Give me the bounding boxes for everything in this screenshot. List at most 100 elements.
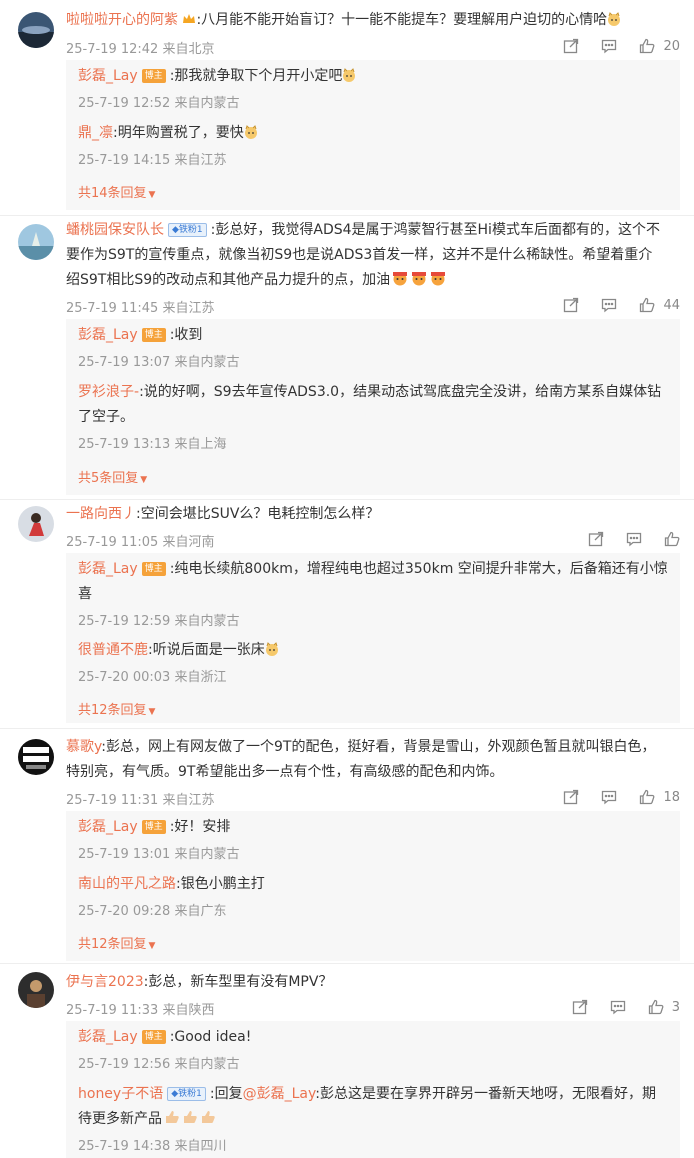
comment-actions <box>588 531 680 547</box>
like-button[interactable] <box>664 531 680 547</box>
reply-item: honey子不语 ◆铁粉1:回复@彭磊_Lay:彭总这是要在享界开辟另一番新天地呀… <box>78 1082 668 1154</box>
username[interactable]: 伊与言2023 <box>66 974 144 990</box>
reply-meta: 25-7-19 12:56 来自内蒙古 <box>78 1057 240 1072</box>
reply-item: 彭磊_Lay 博主:那我就争取下个月开小定吧 25-7-19 12:52 来自内蒙… <box>78 64 668 111</box>
reply-meta: 25-7-19 14:38 来自四川 <box>78 1139 227 1154</box>
cat-emoji-icon <box>342 66 356 82</box>
share-icon[interactable] <box>563 297 579 313</box>
avatar[interactable] <box>18 12 54 48</box>
divider <box>0 728 694 729</box>
username[interactable]: 一路向西丿 <box>66 506 136 522</box>
reply-text: :那我就争取下个月开小定吧 <box>169 68 343 84</box>
reply-meta: 25-7-19 12:52 来自内蒙古 <box>78 96 240 111</box>
reply-username[interactable]: 彭磊_Lay <box>78 68 138 84</box>
reply-meta: 25-7-20 09:28 来自广东 <box>78 904 227 919</box>
like-button[interactable]: 18 <box>639 789 680 805</box>
comment-meta: 25-7-19 11:05 来自河南 <box>66 535 215 550</box>
comment-icon[interactable] <box>610 999 626 1015</box>
share-icon[interactable] <box>563 38 579 54</box>
reply-meta: 25-7-19 12:59 来自内蒙古 <box>78 614 240 629</box>
like-button[interactable]: 3 <box>648 999 680 1015</box>
username[interactable]: 啦啦啦开心的阿紫 <box>66 12 178 28</box>
reply-username[interactable]: 南山的平凡之路 <box>78 876 176 892</box>
comment-text-line: 特别亮，有气质。9T希望能出多一点有个性，有高级感的配色和内饰。 <box>66 764 504 780</box>
reply-meta: 25-7-19 14:15 来自江苏 <box>78 153 227 168</box>
reply-text: :明年购置税了，要快 <box>113 125 244 141</box>
share-icon[interactable] <box>572 999 588 1015</box>
fan-badge: ◆铁粉1 <box>167 1087 206 1101</box>
avatar[interactable] <box>18 739 54 775</box>
reply-text: 了空子。 <box>78 409 134 425</box>
comment-body: 蟠桃园保安队长 ◆铁粉1:彭总好，我觉得ADS4是属于鸿蒙智行甚至Hi模式车后面都… <box>66 218 680 293</box>
more-replies-link[interactable]: 共14条回复 ▼ <box>78 182 155 201</box>
comment-actions: 18 <box>563 789 680 805</box>
like-button[interactable]: 20 <box>639 38 680 54</box>
username[interactable]: 蟠桃园保安队长 <box>66 222 164 238</box>
more-replies-link[interactable]: 共5条回复 ▼ <box>78 467 147 486</box>
reply-box: 彭磊_Lay 博主:Good idea! 25-7-19 12:56 来自内蒙古 … <box>66 1021 680 1158</box>
reply-meta: 25-7-19 13:01 来自内蒙古 <box>78 847 240 862</box>
thumbs-up-icon <box>664 531 680 547</box>
reply-meta: 25-7-19 13:13 来自上海 <box>78 437 227 452</box>
blogger-badge: 博主 <box>141 820 166 834</box>
reply-username[interactable]: 罗衫浪子- <box>78 384 139 400</box>
comment-body: 伊与言2023:彭总，新车型里有没有MPV？ <box>66 970 680 995</box>
comment-meta: 25-7-19 11:31 来自江苏 <box>66 793 215 808</box>
cat-emoji-icon <box>265 640 279 656</box>
comment-meta: 25-7-19 12:42 来自北京 <box>66 42 215 57</box>
thumbs-up-icon <box>648 999 664 1015</box>
like-count: 3 <box>671 999 680 1015</box>
chevron-down-icon: ▼ <box>148 190 156 200</box>
more-replies-link[interactable]: 共12条回复 ▼ <box>78 699 155 718</box>
username[interactable]: 慕歌y <box>66 739 101 755</box>
crown-icon <box>182 10 196 24</box>
comment-meta: 25-7-19 11:45 来自江苏 <box>66 301 215 316</box>
like-count: 20 <box>663 38 680 54</box>
avatar[interactable] <box>18 506 54 542</box>
chevron-down-icon: ▼ <box>148 941 156 951</box>
avatar[interactable] <box>18 224 54 260</box>
cheer-emoji-icon <box>392 270 446 286</box>
thumbs-up-icon <box>639 297 655 313</box>
reply-username[interactable]: 彭磊_Lay <box>78 1029 138 1045</box>
comment-icon[interactable] <box>601 789 617 805</box>
cat-emoji-icon <box>607 10 621 26</box>
comment-icon[interactable] <box>626 531 642 547</box>
blogger-badge: 博主 <box>141 562 166 576</box>
comment-icon[interactable] <box>601 38 617 54</box>
comment-text-line: :彭总好，我觉得ADS4是属于鸿蒙智行甚至Hi模式车后面都有的，这个不 <box>210 222 660 238</box>
mention-link[interactable]: @彭磊_Lay <box>243 1086 316 1102</box>
comment-meta: 25-7-19 11:33 来自陕西 <box>66 1003 215 1018</box>
comment-body: 慕歌y:彭总，网上有网友做了一个9T的配色，挺好看，背景是雪山，外观颜色暂且就叫… <box>66 735 680 785</box>
reply-username[interactable]: 鼎_凛 <box>78 125 113 141</box>
share-icon[interactable] <box>563 789 579 805</box>
chevron-down-icon: ▼ <box>148 707 156 717</box>
reply-item: 罗衫浪子-:说的好啊，S9去年宣传ADS3.0，结果动态试驾底盘完全没讲，给南方… <box>78 380 668 452</box>
more-replies-link[interactable]: 共12条回复 ▼ <box>78 933 155 952</box>
comment-actions: 3 <box>572 999 680 1015</box>
reply-username[interactable]: 彭磊_Lay <box>78 819 138 835</box>
reply-username[interactable]: honey子不语 <box>78 1086 163 1102</box>
comment-text: :彭总，新车型里有没有MPV？ <box>143 974 333 990</box>
share-icon[interactable] <box>588 531 604 547</box>
comment-actions: 44 <box>563 297 680 313</box>
reply-meta: 25-7-19 13:07 来自内蒙古 <box>78 355 240 370</box>
thumbs-up-emoji-icon <box>164 1109 216 1125</box>
reply-username[interactable]: 很普通不鹿 <box>78 642 148 658</box>
comment-text-line: :彭总，网上有网友做了一个9T的配色，挺好看，背景是雪山，外观颜色暂且就叫银白色… <box>101 739 656 755</box>
comment-text: :空间会堪比SUV么？电耗控制怎么样？ <box>136 506 380 522</box>
comment-text: :八月能不能开始盲订？十一能不能提车？要理解用户迫切的心情哈 <box>196 12 608 28</box>
reply-item: 很普通不鹿:听说后面是一张床 25-7-20 00:03 来自浙江 <box>78 638 668 685</box>
reply-item: 彭磊_Lay 博主:Good idea! 25-7-19 12:56 来自内蒙古 <box>78 1025 668 1072</box>
reply-username[interactable]: 彭磊_Lay <box>78 561 138 577</box>
avatar[interactable] <box>18 972 54 1008</box>
blogger-badge: 博主 <box>141 328 166 342</box>
comment-icon[interactable] <box>601 297 617 313</box>
like-count: 44 <box>663 297 680 313</box>
thumbs-up-icon <box>639 789 655 805</box>
reply-text: :收到 <box>169 327 203 343</box>
like-button[interactable]: 44 <box>639 297 680 313</box>
reply-username[interactable]: 彭磊_Lay <box>78 327 138 343</box>
reply-item: 彭磊_Lay 博主:纯电长续航800km，增程纯电也超过350km 空间提升非常大… <box>78 557 668 629</box>
divider <box>0 215 694 216</box>
